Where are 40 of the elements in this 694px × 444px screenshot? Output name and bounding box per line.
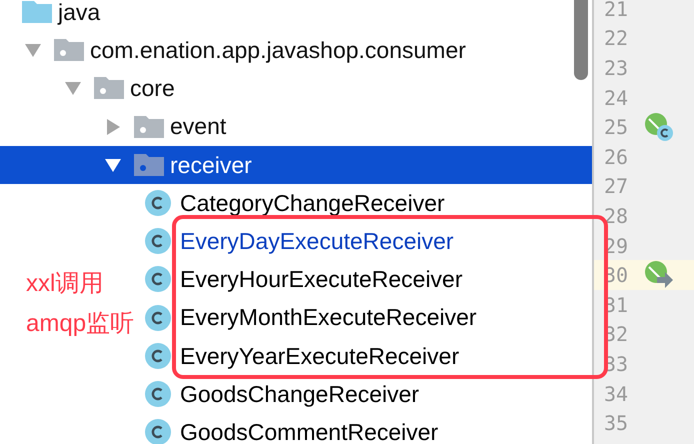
folder-icon: [22, 1, 52, 24]
tree-item[interactable]: com.enation.app.javashop.consumer: [90, 33, 466, 68]
line-number: 25: [604, 114, 628, 142]
class-icon: [144, 227, 172, 256]
package-folder-icon: [54, 39, 84, 62]
class-icon: [144, 342, 172, 370]
line-number: 34: [604, 380, 628, 408]
scrollbar-thumb[interactable]: [574, 0, 588, 80]
line-number: 23: [604, 54, 628, 82]
tree-item[interactable]: receiver: [170, 148, 252, 182]
package-folder-icon: [134, 154, 164, 176]
class-icon: [144, 418, 172, 444]
class-icon: [144, 304, 172, 332]
line-number: 26: [604, 144, 628, 171]
tree-item[interactable]: core: [130, 71, 175, 106]
implemented-marker-icon[interactable]: [644, 112, 674, 142]
tree-item[interactable]: EveryHourExecuteReceiver: [180, 262, 463, 297]
line-number: 21: [604, 0, 628, 23]
tree-item[interactable]: EveryMonthExecuteReceiver: [180, 300, 477, 335]
annotation-text: amqp监听: [26, 309, 134, 339]
tree-item[interactable]: EveryDayExecuteReceiver: [180, 224, 454, 258]
line-number: 28: [604, 202, 628, 230]
class-icon: [144, 265, 172, 294]
tree-item[interactable]: CategoryChangeReceiver: [180, 186, 445, 220]
tree-item[interactable]: GoodsChangeReceiver: [180, 376, 420, 412]
tree-item[interactable]: EveryYearExecuteReceiver: [180, 338, 460, 374]
expand-arrow-icon[interactable]: [104, 118, 122, 136]
line-number: 22: [604, 25, 628, 52]
tree-item[interactable]: java: [58, 0, 100, 30]
tree-item[interactable]: GoodsCommentReceiver: [180, 414, 438, 444]
class-icon: [144, 189, 172, 218]
tree-item[interactable]: event: [170, 109, 226, 144]
arrow-marker-icon[interactable]: [644, 260, 674, 290]
line-number: 27: [604, 173, 628, 200]
package-folder-icon: [94, 77, 124, 100]
annotation-text: xxl调用: [26, 269, 104, 299]
line-number: 24: [604, 84, 628, 112]
package-folder-icon: [134, 116, 164, 138]
line-number: 35: [604, 410, 628, 438]
class-icon: [144, 380, 172, 408]
